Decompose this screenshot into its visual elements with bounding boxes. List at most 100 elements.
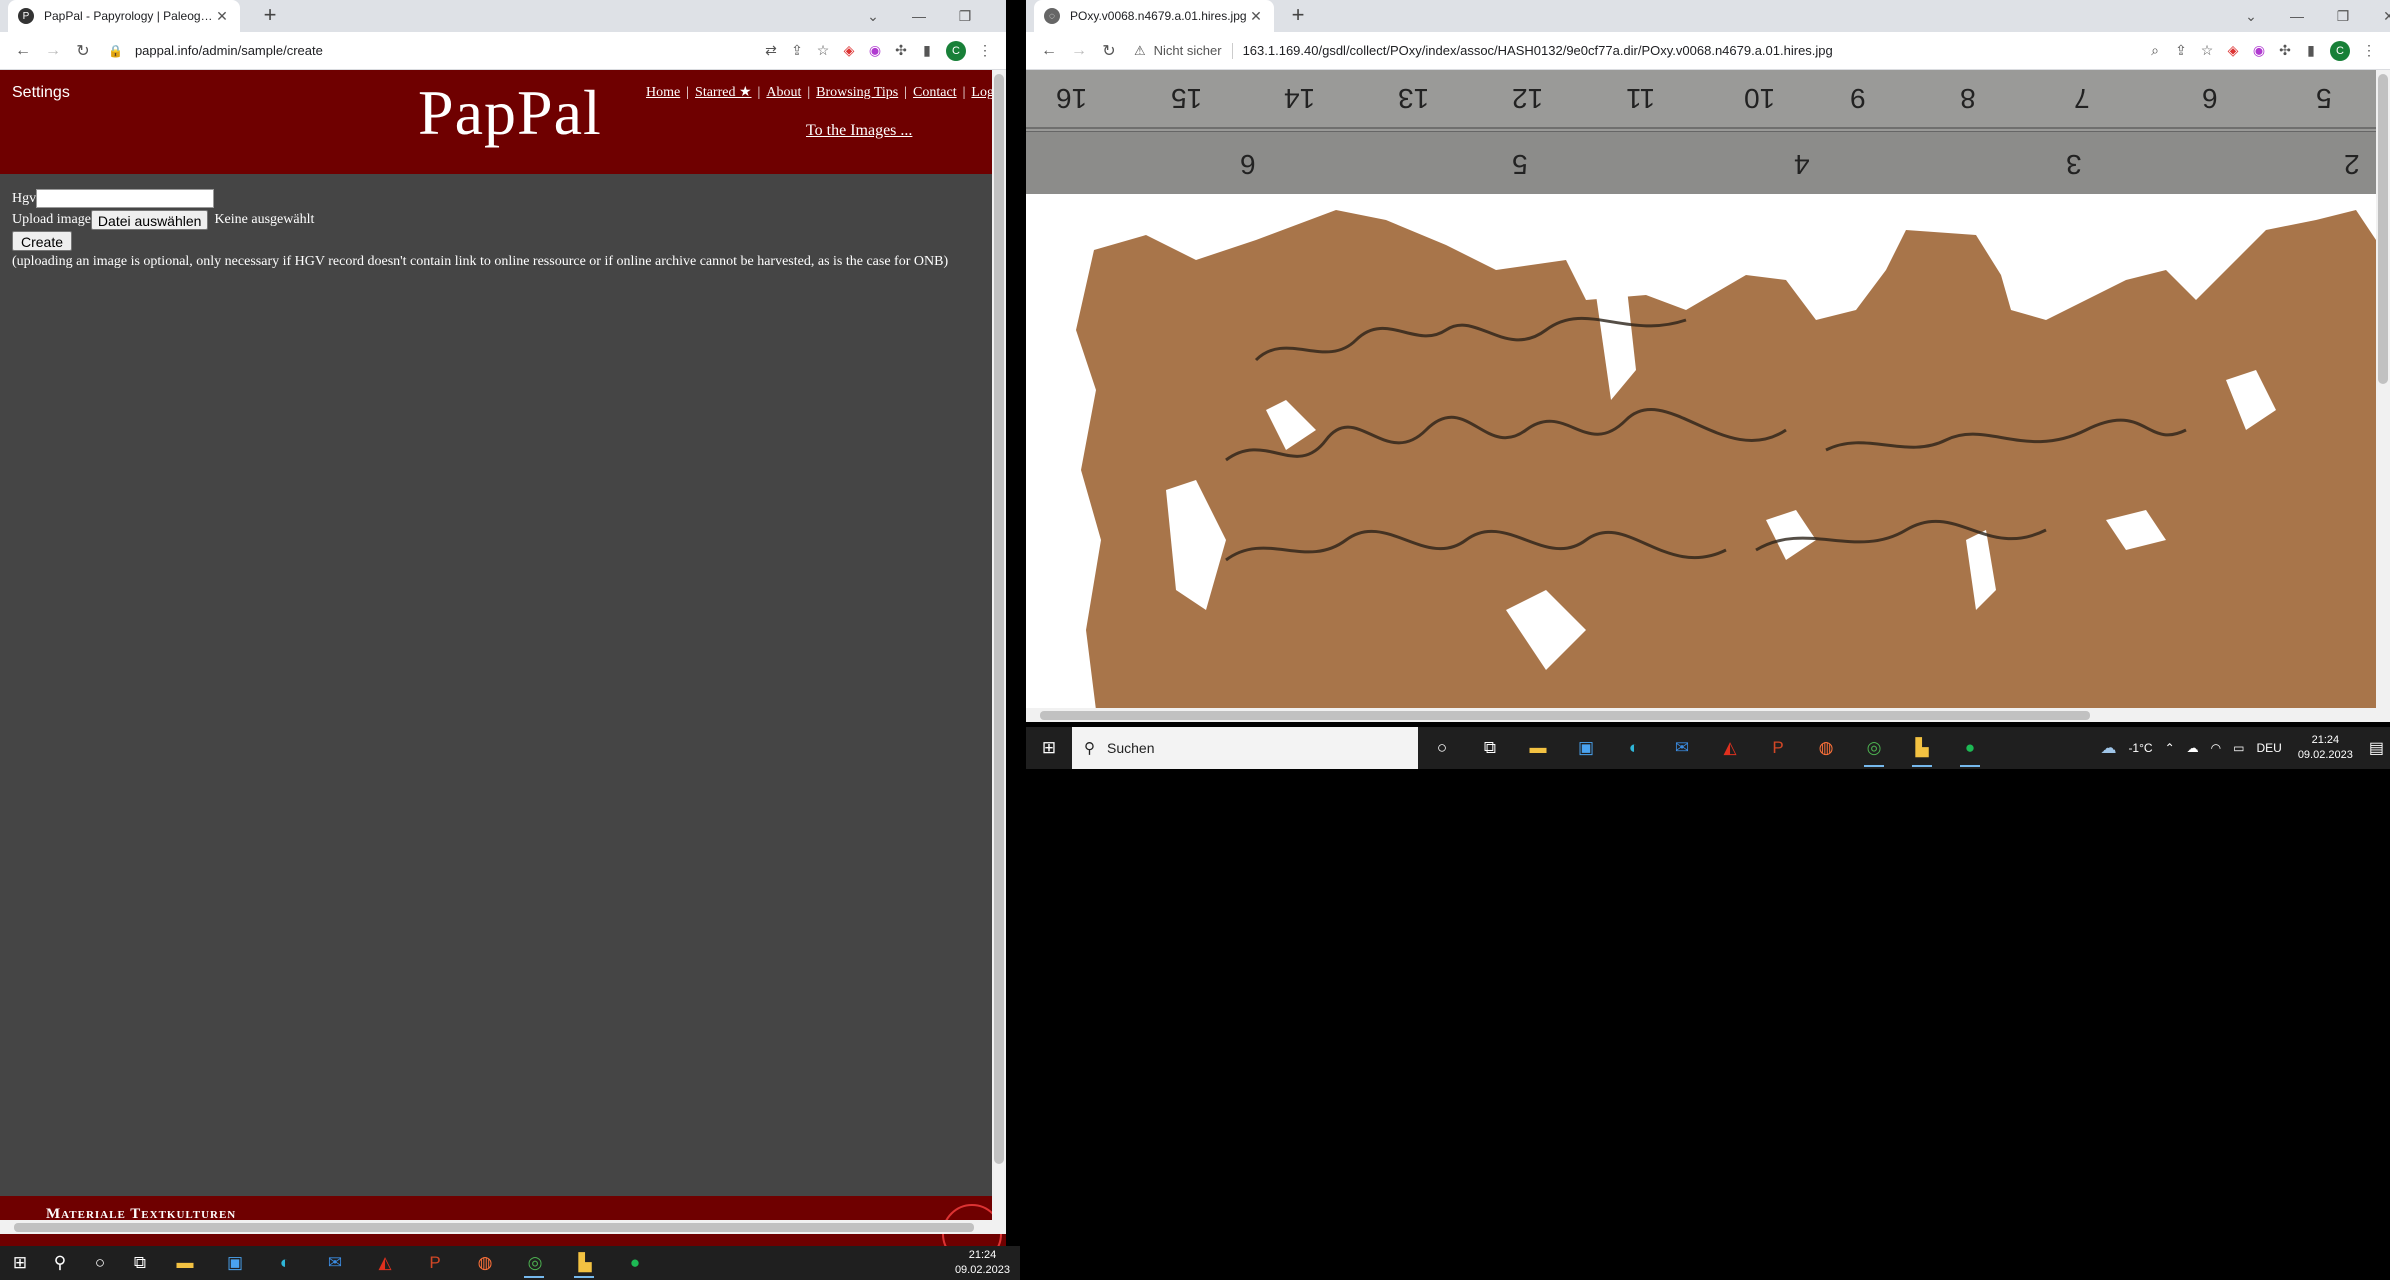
edge-icon[interactable]: ◐	[260, 1246, 310, 1280]
nav-contact[interactable]: Contact	[913, 85, 957, 100]
search-icon[interactable]: ⚲	[40, 1246, 80, 1280]
choose-file-button[interactable]: Datei auswählen	[90, 209, 209, 230]
new-tab-button[interactable]: +	[1286, 4, 1310, 28]
pappal-logo[interactable]: PapPal	[418, 76, 602, 150]
left-vertical-scroll-thumb[interactable]	[994, 74, 1004, 1164]
share-icon[interactable]: ⇪	[784, 36, 810, 66]
pappal-favicon: P	[18, 8, 34, 24]
mail-icon[interactable]: ✉	[1658, 727, 1706, 769]
extension-purple-icon[interactable]: ◉	[2246, 36, 2272, 66]
tab-search-icon[interactable]: ⌄	[850, 0, 896, 32]
task-view-icon[interactable]: ⧉	[120, 1246, 160, 1280]
profile-avatar[interactable]: C	[2330, 40, 2350, 61]
forward-icon[interactable]: →	[38, 36, 68, 66]
chrome-icon[interactable]: ◎	[1850, 727, 1898, 769]
start-icon[interactable]: ⊞	[0, 1246, 40, 1280]
powerpoint-icon[interactable]: P	[410, 1246, 460, 1280]
extension-red-icon[interactable]: ◈	[836, 36, 862, 66]
reload-icon[interactable]: ↻	[1094, 36, 1124, 66]
nav-starred[interactable]: Starred ★	[695, 85, 751, 100]
restore-icon[interactable]: ❐	[942, 0, 988, 32]
right-horizontal-scroll-thumb[interactable]	[1040, 711, 2090, 720]
tab-pappal[interactable]: P PapPal - Papyrology | Paleography ✕	[8, 0, 240, 32]
acrobat-icon[interactable]: ◭	[1706, 727, 1754, 769]
file-explorer-icon[interactable]: ▬	[160, 1246, 210, 1280]
weather-icon[interactable]: ☁	[2100, 738, 2116, 758]
start-icon[interactable]: ⊞	[1026, 727, 1072, 769]
files-icon[interactable]: ▙	[1898, 727, 1946, 769]
bookmark-star-icon[interactable]: ☆	[810, 36, 836, 66]
extensions-puzzle-icon[interactable]: ✣	[2272, 36, 2298, 66]
security-status[interactable]: Nicht sicher	[1154, 43, 1222, 58]
warning-icon[interactable]: ⚠	[1134, 43, 1146, 59]
weather-temp[interactable]: -1°C	[2128, 741, 2152, 755]
right-tab-strip: ◌ POxy.v0068.n4679.a.01.hires.jpg ✕ + ⌄ …	[1026, 0, 2390, 32]
reload-icon[interactable]: ↻	[68, 36, 98, 66]
cortana-icon[interactable]: ○	[80, 1246, 120, 1280]
extension-purple-icon[interactable]: ◉	[862, 36, 888, 66]
menu-icon[interactable]: ⋮	[972, 36, 998, 66]
forward-icon[interactable]: →	[1064, 36, 1094, 66]
cortana-icon[interactable]: ○	[1418, 727, 1466, 769]
firefox-icon[interactable]: ◍	[460, 1246, 510, 1280]
create-button[interactable]: Create	[12, 230, 73, 251]
mail-icon[interactable]: ✉	[310, 1246, 360, 1280]
left-clock[interactable]: 21:24 09.02.2023	[955, 1248, 1010, 1278]
task-view-icon[interactable]: ⧉	[1466, 727, 1514, 769]
files-icon[interactable]: ▙	[560, 1246, 610, 1280]
settings-link[interactable]: Settings	[12, 84, 70, 102]
papyrus-image-view[interactable]: 16 15 14 13 12 11 10 9 8 7 6 5 6 5 4 3 2	[1026, 70, 2376, 710]
profile-avatar[interactable]: C	[946, 40, 966, 61]
right-clock[interactable]: 21:24 09.02.2023	[2298, 733, 2353, 763]
back-icon[interactable]: ←	[1034, 36, 1064, 66]
minimize-icon[interactable]: —	[896, 0, 942, 32]
chrome-icon[interactable]: ◎	[510, 1246, 560, 1280]
language-indicator[interactable]: DEU	[2256, 741, 2281, 755]
lock-icon[interactable]: 🔒	[108, 44, 123, 58]
battery-icon[interactable]: ▭	[2233, 741, 2244, 755]
address-bar[interactable]: 🔒 pappal.info/admin/sample/create	[98, 36, 758, 66]
menu-icon[interactable]: ⋮	[2356, 36, 2382, 66]
address-bar[interactable]: ⚠ Nicht sicher 163.1.169.40/gsdl/collect…	[1124, 36, 2142, 66]
wifi-icon[interactable]: ◠	[2211, 741, 2221, 755]
restore-icon[interactable]: ❐	[2320, 0, 2366, 32]
nav-home[interactable]: Home	[646, 85, 680, 100]
store-icon[interactable]: ▣	[210, 1246, 260, 1280]
tab-search-icon[interactable]: ⌄	[2228, 0, 2274, 32]
extensions-puzzle-icon[interactable]: ✣	[888, 36, 914, 66]
left-horizontal-scroll-thumb[interactable]	[14, 1223, 974, 1232]
side-panel-icon[interactable]: ▮	[2298, 36, 2324, 66]
hgv-input[interactable]	[36, 189, 215, 208]
side-panel-icon[interactable]: ▮	[914, 36, 940, 66]
firefox-icon[interactable]: ◍	[1802, 727, 1850, 769]
tab-papyrus-image[interactable]: ◌ POxy.v0068.n4679.a.01.hires.jpg ✕	[1034, 0, 1274, 32]
spotify-icon[interactable]: ●	[610, 1246, 660, 1280]
new-tab-button[interactable]: +	[258, 4, 282, 28]
back-icon[interactable]: ←	[8, 36, 38, 66]
share-icon[interactable]: ⇪	[2168, 36, 2194, 66]
left-clock-time: 21:24	[968, 1249, 997, 1261]
bookmark-star-icon[interactable]: ☆	[2194, 36, 2220, 66]
to-the-images-link[interactable]: To the Images ...	[806, 122, 912, 140]
minimize-icon[interactable]: —	[2274, 0, 2320, 32]
zoom-icon[interactable]: ⌕	[2142, 36, 2168, 66]
powerpoint-icon[interactable]: P	[1754, 727, 1802, 769]
edge-icon[interactable]: ◐	[1610, 727, 1658, 769]
spotify-icon[interactable]: ●	[1946, 727, 1994, 769]
nav-browsing-tips[interactable]: Browsing Tips	[816, 85, 898, 100]
taskbar-search-box[interactable]: ⚲ Suchen	[1072, 727, 1418, 769]
close-window-icon[interactable]: ✕	[988, 0, 1006, 32]
notification-icon[interactable]: ▤	[2369, 738, 2384, 758]
extension-red-icon[interactable]: ◈	[2220, 36, 2246, 66]
onedrive-icon[interactable]: ☁	[2187, 741, 2199, 755]
chevron-up-icon[interactable]: ⌃	[2165, 741, 2175, 755]
file-explorer-icon[interactable]: ▬	[1514, 727, 1562, 769]
nav-about[interactable]: About	[766, 85, 801, 100]
close-tab-icon[interactable]: ✕	[214, 8, 230, 25]
close-tab-icon[interactable]: ✕	[1248, 8, 1264, 25]
translate-icon[interactable]: ⇄	[758, 36, 784, 66]
right-vertical-scroll-thumb[interactable]	[2378, 74, 2388, 384]
store-icon[interactable]: ▣	[1562, 727, 1610, 769]
close-window-icon[interactable]: ✕	[2366, 0, 2390, 32]
acrobat-icon[interactable]: ◭	[360, 1246, 410, 1280]
